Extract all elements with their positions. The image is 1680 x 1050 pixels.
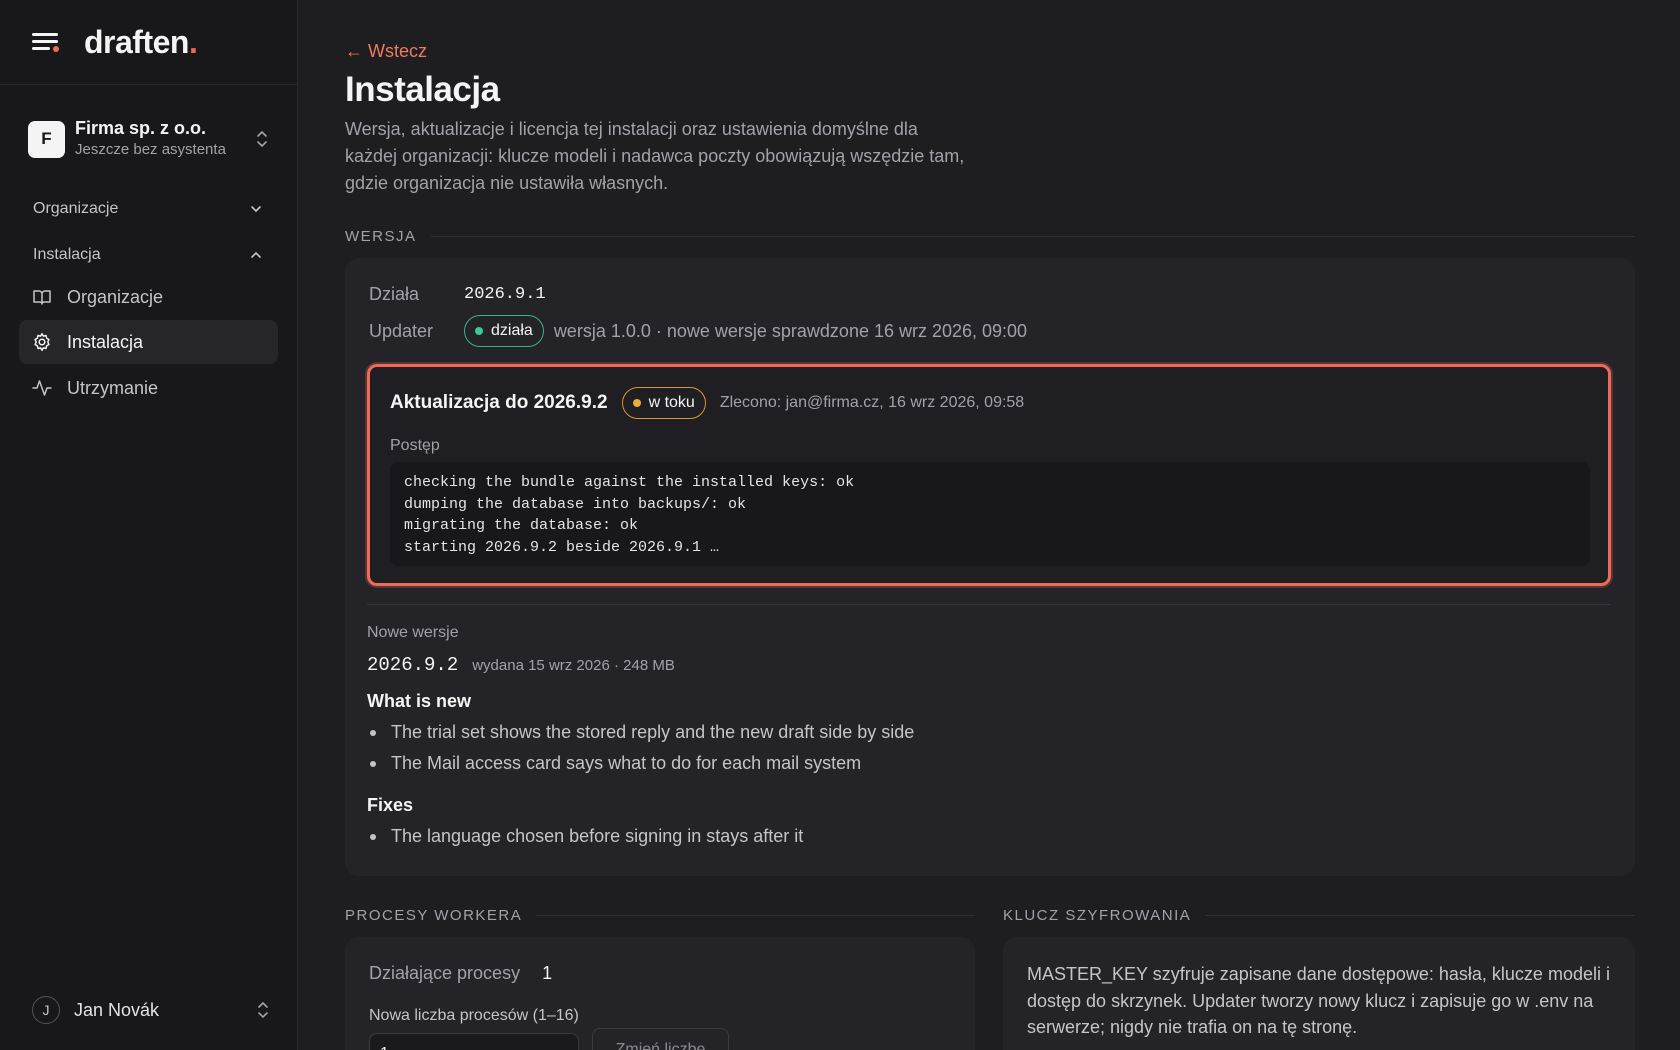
page-description: Wersja, aktualizacje i licencja tej inst… — [345, 119, 965, 193]
book-icon — [33, 290, 51, 305]
chevron-up-icon — [251, 252, 261, 258]
new-version-number: 2026.9.2 — [367, 654, 459, 676]
back-link[interactable]: ← Wstecz — [345, 41, 427, 62]
encryption-text: MASTER_KEY szyfruje zapisane dane dostęp… — [1027, 964, 1610, 1037]
log-line: dumping the database into backups/: ok — [404, 495, 747, 513]
section-label-encryption: KLUCZ SZYFROWANIA — [1003, 907, 1635, 924]
worker-count-label: Nowa liczba procesów (1–16) — [369, 1007, 579, 1024]
updater-label: Updater — [369, 320, 434, 341]
chevron-updown-icon — [257, 131, 267, 147]
avatar: J — [32, 996, 60, 1024]
nav-group-label: Organizacje — [33, 200, 119, 217]
org-name: Firma sp. z o.o. — [75, 118, 207, 138]
update-in-progress-panel: Aktualizacja do 2026.9.2 w toku Zlecono:… — [367, 364, 1611, 586]
nav-group-label: Instalacja — [33, 246, 101, 263]
user-name: Jan Novák — [74, 999, 160, 1020]
new-version-row: 2026.9.2 wydana 15 wrz 2026 · 248 MB — [367, 654, 675, 676]
sidebar-item-label: Organizacje — [67, 286, 164, 307]
sidebar-item-instalacja[interactable]: Instalacja — [19, 320, 278, 364]
sidebar-item-label: Utrzymanie — [67, 377, 159, 398]
running-workers-value: 1 — [542, 963, 553, 983]
org-avatar: F — [28, 120, 65, 158]
status-badge: działa — [464, 315, 544, 347]
gear-icon — [34, 333, 50, 351]
progress-label: Postęp — [390, 437, 440, 454]
page-title: Instalacja — [345, 70, 500, 109]
progress-log: checking the bundle against the installe… — [390, 462, 1590, 566]
fixes-heading: Fixes — [367, 795, 414, 815]
running-version-label: Działa — [369, 284, 420, 304]
sidebar: draften. F Firma sp. z o.o. Jeszcze bez … — [0, 0, 298, 1050]
fixes-list: The language chosen before signing in st… — [367, 821, 803, 852]
whats-new-list: The trial set shows the stored reply and… — [367, 717, 914, 779]
updater-info: wersja 1.0.0 · nowe wersje sprawdzone 16… — [553, 320, 1028, 341]
activity-icon — [32, 380, 52, 396]
running-version-value: 2026.9.1 — [464, 285, 546, 304]
update-title: Aktualizacja do 2026.9.2 — [390, 392, 608, 413]
list-item: The trial set shows the stored reply and… — [367, 717, 914, 748]
sidebar-item-organizacje[interactable]: Organizacje — [19, 275, 278, 319]
nav-group-instalacja[interactable]: Instalacja — [0, 235, 297, 275]
org-subtitle: Jeszcze bez asystenta — [75, 141, 226, 158]
menu-icon[interactable] — [32, 31, 59, 53]
section-label-wersja: WERSJA — [345, 228, 1635, 245]
sidebar-item-utrzymanie[interactable]: Utrzymanie — [19, 366, 278, 410]
list-item: The Mail access card says what to do for… — [367, 748, 914, 779]
encryption-card: MASTER_KEY szyfruje zapisane dane dostęp… — [1003, 937, 1635, 1050]
running-version-row: Działa 2026.9.1 — [369, 284, 546, 305]
update-ordered-by: Zlecono: jan@firma.cz, 16 wrz 2026, 09:5… — [719, 394, 1025, 411]
divider — [367, 604, 1611, 605]
chevron-updown-icon — [258, 1002, 268, 1018]
whats-new-heading: What is new — [367, 691, 472, 711]
sidebar-item-label: Instalacja — [67, 331, 144, 352]
section-label-workers: PROCESY WORKERA — [345, 907, 975, 924]
chevron-down-icon — [251, 206, 261, 212]
list-item: The language chosen before signing in st… — [367, 821, 803, 852]
nav-group-organizacje[interactable]: Organizacje — [0, 189, 297, 229]
change-count-button[interactable]: Zmień liczbę — [592, 1028, 729, 1050]
log-line: starting 2026.9.2 beside 2026.9.1 … — [404, 538, 720, 556]
worker-count-input[interactable]: 1 — [369, 1033, 579, 1050]
org-switcher[interactable]: F Firma sp. z o.o. Jeszcze bez asystenta — [0, 117, 297, 161]
version-card: Działa 2026.9.1 Updater działa wersja 1.… — [345, 258, 1635, 876]
brand-bar: draften. — [0, 0, 297, 85]
running-workers-label: Działające procesy — [369, 963, 521, 983]
new-version-meta: wydana 15 wrz 2026 · 248 MB — [472, 657, 675, 674]
new-versions-label: Nowe wersje — [367, 624, 459, 641]
user-menu[interactable]: J Jan Novák — [0, 990, 298, 1030]
updater-row: Updater działa wersja 1.0.0 · nowe wersj… — [369, 315, 1027, 347]
brand-logo[interactable]: draften. — [84, 24, 198, 61]
workers-card: Działające procesy 1 Nowa liczba procesó… — [345, 937, 975, 1050]
log-line: checking the bundle against the installe… — [404, 474, 855, 491]
running-workers-row: Działające procesy 1 — [369, 963, 552, 984]
log-line: migrating the database: ok — [404, 517, 639, 534]
status-badge: w toku — [621, 387, 706, 419]
